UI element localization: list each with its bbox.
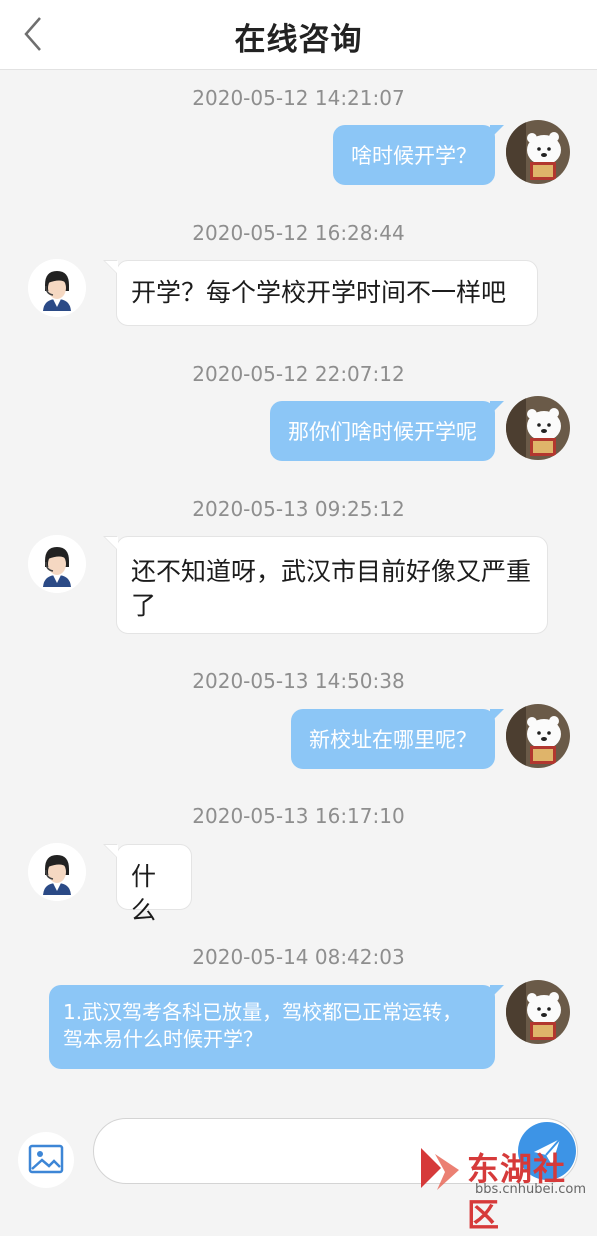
agent-avatar[interactable] [28, 259, 86, 317]
page-title: 在线咨询 [234, 22, 363, 58]
message-timestamp: 2020-05-12 16:28:44 [192, 221, 405, 245]
message-bubble-outgoing: 那你们啥时候开学呢 [270, 401, 504, 461]
bear-avatar-icon [506, 396, 570, 460]
message-timestamp: 2020-05-12 14:21:07 [192, 86, 405, 110]
user-avatar[interactable] [506, 396, 570, 460]
image-icon [28, 1144, 64, 1174]
bear-avatar-icon [506, 704, 570, 768]
watermark-logo-icon [421, 1148, 459, 1190]
user-avatar[interactable] [506, 120, 570, 184]
bear-avatar-icon [506, 120, 570, 184]
message-bubble-incoming: 什么 [103, 844, 192, 925]
message-timestamp: 2020-05-13 14:50:38 [192, 669, 405, 693]
message-timestamp: 2020-05-14 08:42:03 [192, 945, 405, 969]
header-bar: 在线咨询 [0, 0, 597, 70]
message-bubble-incoming: 还不知道呀，武汉市目前好像又严重了 [103, 536, 548, 634]
message-bubble-outgoing: 1.武汉驾考各科已放量，驾校都已正常运转，驾本易什么时候开学？ [49, 985, 504, 1069]
message-timestamp: 2020-05-13 09:25:12 [192, 497, 405, 521]
site-watermark: 东湖社区 bbs.cnhubei.com [415, 1142, 597, 1233]
message-timestamp: 2020-05-13 16:17:10 [192, 804, 405, 828]
customer-service-icon [28, 843, 86, 901]
user-avatar[interactable] [506, 704, 570, 768]
message-timestamp: 2020-05-12 22:07:12 [192, 362, 405, 386]
user-avatar[interactable] [506, 980, 570, 1044]
watermark-url: bbs.cnhubei.com [475, 1182, 587, 1197]
agent-avatar[interactable] [28, 843, 86, 901]
agent-avatar[interactable] [28, 535, 86, 593]
bear-avatar-icon [506, 980, 570, 1044]
message-bubble-incoming: 开学？每个学校开学时间不一样吧 [103, 260, 538, 326]
message-bubble-outgoing: 啥时候开学？ [333, 125, 504, 185]
message-bubble-outgoing: 新校址在哪里呢？ [291, 709, 504, 769]
image-button[interactable] [18, 1132, 74, 1188]
customer-service-icon [28, 535, 86, 593]
customer-service-icon [28, 259, 86, 317]
